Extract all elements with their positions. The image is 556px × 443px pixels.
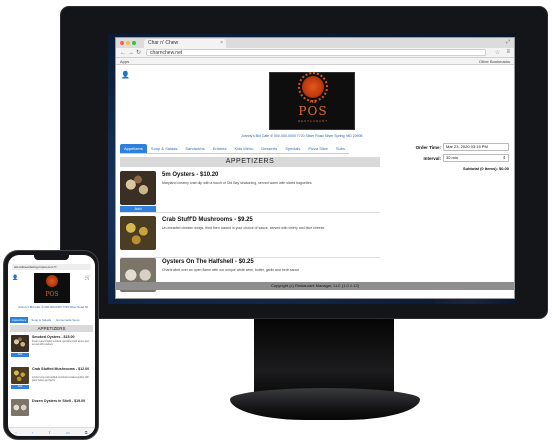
page-footer: Copyright (c) Restaurant Manager, LLC (1… <box>116 282 514 290</box>
minimize-window-icon[interactable] <box>126 41 130 45</box>
order-time-row: Order Time: Mar 23, 2020 03:15 PM <box>411 143 511 154</box>
bookmarks-bar: Apps Other Bookmarks <box>116 58 514 65</box>
menu-item-image <box>120 216 156 250</box>
fullscreen-icon[interactable]: ⤢ <box>506 39 510 45</box>
bookmarks-other[interactable]: Other Bookmarks <box>479 59 510 64</box>
logo-pos-text: POS <box>45 291 59 298</box>
menu-item[interactable]: Oysters On The Halfshell - $0.25 Charbro… <box>120 258 380 298</box>
phone-menu-item[interactable]: Dozen Oysters in Shell - $19.00 <box>11 399 93 429</box>
smartphone: AA onlineordering.rmpos.com ↻ 👤 🛒 POS Jo… <box>3 250 99 440</box>
nav-buttons: ←→↻ <box>120 49 143 56</box>
close-window-icon[interactable] <box>120 41 124 45</box>
restaurant-logo: rm POS RESTAURANT <box>269 72 355 130</box>
menu-item-name: Crab Stuffed Mushrooms - $12.00 <box>32 367 90 371</box>
phone-safari-toolbar: ‹ › ⇪ ▭ ⧉ <box>8 427 95 436</box>
phone-contact-info: Johnny's Bid Cafe ✆ 000-000-0000 7720 Si… <box>18 305 88 309</box>
browser-tab-bar: Char n' Chew × ⤢ <box>116 38 514 48</box>
logo-pos-text: POS <box>298 104 328 118</box>
tab-close-icon[interactable]: × <box>220 40 223 46</box>
menu-item-name: Smoked Oysters - $15.00 <box>32 335 75 339</box>
menu-item-image <box>11 335 29 352</box>
browser-window: Char n' Chew × ⤢ ←→↻ charnchew.net ☆ ≡ A… <box>115 37 515 299</box>
menu-item-name: Crab Stuff'D Mushrooms - $9.25 <box>162 217 253 223</box>
menu-item-name: 5m Oysters - $10.20 <box>162 172 219 178</box>
interval-row: Interval: 30 min ⇕ <box>411 154 511 165</box>
order-time-label: Order Time: <box>415 145 441 150</box>
chevron-down-icon: ⇕ <box>502 155 506 160</box>
forward-icon[interactable]: → <box>128 50 136 56</box>
phone-menu-item[interactable]: Add Crab Stuffed Mushrooms - $12.00 Jumb… <box>11 367 93 397</box>
menu-item-image <box>120 171 156 205</box>
logo-subtitle: RESTAURANT <box>297 119 329 123</box>
interval-value: 30 min <box>446 155 459 160</box>
sun-icon <box>46 275 58 287</box>
bookmarks-apps[interactable]: Apps <box>120 59 129 64</box>
tab-specials[interactable]: Specials <box>281 144 305 154</box>
maximize-window-icon[interactable] <box>132 41 136 45</box>
browser-tab[interactable]: Char n' Chew × <box>144 39 226 48</box>
order-panel: Order Time: Mar 23, 2020 03:15 PM Interv… <box>411 143 511 171</box>
phone-tab-soup-salads[interactable]: Soup & Salads <box>29 317 53 323</box>
menu-item-image <box>11 399 29 416</box>
bookmarks-icon[interactable]: ▭ <box>66 430 70 435</box>
phone-add-button[interactable]: Add <box>11 385 29 389</box>
menu-item[interactable]: Crab Stuff'D Mushrooms - $9.25 Un-breade… <box>120 216 380 258</box>
tab-subs[interactable]: Subs <box>331 144 350 154</box>
menu-item-desc: Charbroiled over an open flame with our … <box>162 268 300 272</box>
phone-restaurant-logo: POS <box>34 273 70 303</box>
ordering-page: 👤 rm POS RESTAURANT Johnny's Bid Cafe ✆ … <box>116 65 514 292</box>
phone-notch <box>34 255 69 260</box>
sun-icon <box>302 76 324 98</box>
phone-user-icon[interactable]: 👤 <box>12 275 18 281</box>
reload-icon[interactable]: ↻ <box>136 50 143 56</box>
interval-label: Interval: <box>423 156 441 161</box>
menu-item[interactable]: Add 5m Oysters - $10.20 Maryland creamy … <box>120 171 380 213</box>
order-time-field[interactable]: Mar 23, 2020 03:15 PM <box>443 143 509 151</box>
device-showcase: Char n' Chew × ⤢ ←→↻ charnchew.net ☆ ≡ A… <box>0 0 556 443</box>
menu-item-name: Oysters On The Halfshell - $0.25 <box>162 259 254 265</box>
browser-menu-icon[interactable]: ≡ <box>506 49 510 55</box>
forward-icon[interactable]: › <box>32 430 33 435</box>
tab-pizza-slice[interactable]: Pizza Slice <box>304 144 332 154</box>
share-icon[interactable]: ⇪ <box>48 430 51 435</box>
contact-info: Johnny's Bid Cafe ✆ 000-000-0000 7720 Si… <box>241 134 363 138</box>
tab-soup-salads[interactable]: Soup & Salads <box>146 144 182 154</box>
bookmark-star-icon[interactable]: ☆ <box>495 49 500 56</box>
back-icon[interactable]: ‹ <box>15 430 16 435</box>
category-tabs: Appetizers Soup & Salads Sandwichs Entre… <box>120 144 350 154</box>
phone-tab-homemade-soup[interactable]: Homemade Soup <box>54 317 81 323</box>
address-bar: ←→↻ charnchew.net ☆ ≡ <box>116 48 514 58</box>
tab-appetizers[interactable]: Appetizers <box>120 144 147 154</box>
menu-item-desc: Un-breaded chicken wings, fried then tos… <box>162 226 326 230</box>
menu-item-desc: Maryland creamy crab dip with a touch of… <box>162 181 312 185</box>
tabs-icon[interactable]: ⧉ <box>85 430 88 435</box>
monitor-stand-base <box>230 388 420 420</box>
phone-menu-item[interactable]: Add Smoked Oysters - $15.00 Fresh oyster… <box>11 335 93 365</box>
back-icon[interactable]: ← <box>120 50 128 56</box>
menu-item-name: Dozen Oysters in Shell - $19.00 <box>32 399 86 403</box>
user-icon[interactable]: 👤 <box>121 71 130 79</box>
menu-item-desc: Fresh oysters lightly smoked, garnished … <box>32 341 89 346</box>
window-controls <box>120 41 136 45</box>
tab-entrees[interactable]: Entrees <box>208 144 231 154</box>
menu-item-image <box>11 367 29 384</box>
tab-kids-menu[interactable]: Kids Menu <box>230 144 258 154</box>
url-input[interactable]: charnchew.net <box>146 49 486 56</box>
phone-cart-icon[interactable]: 🛒 <box>85 275 91 281</box>
phone-section-title: APPETIZERS <box>10 325 93 332</box>
monitor-stand-neck <box>254 319 394 394</box>
browser-tab-title: Char n' Chew <box>148 40 179 46</box>
interval-select[interactable]: 30 min ⇕ <box>443 154 509 162</box>
divider <box>120 212 380 213</box>
phone-url-bar[interactable]: AA onlineordering.rmpos.com ↻ <box>12 264 91 270</box>
phone-add-button[interactable]: Add <box>11 353 29 357</box>
phone-category-tabs: Appetizers Soup & Salads Homemade Soup <box>10 317 81 323</box>
menu-item-desc: Jumbo lump crab stuffed mushrooms baked … <box>32 377 89 382</box>
subtotal-text: Subtotal (0 Items): $0.00 <box>462 166 509 171</box>
phone-tab-appetizers[interactable]: Appetizers <box>10 317 29 323</box>
section-title: APPETIZERS <box>120 157 380 167</box>
phone-screen: AA onlineordering.rmpos.com ↻ 👤 🛒 POS Jo… <box>8 255 95 436</box>
tab-sandwichs[interactable]: Sandwichs <box>181 144 209 154</box>
tab-desserts[interactable]: Desserts <box>257 144 282 154</box>
